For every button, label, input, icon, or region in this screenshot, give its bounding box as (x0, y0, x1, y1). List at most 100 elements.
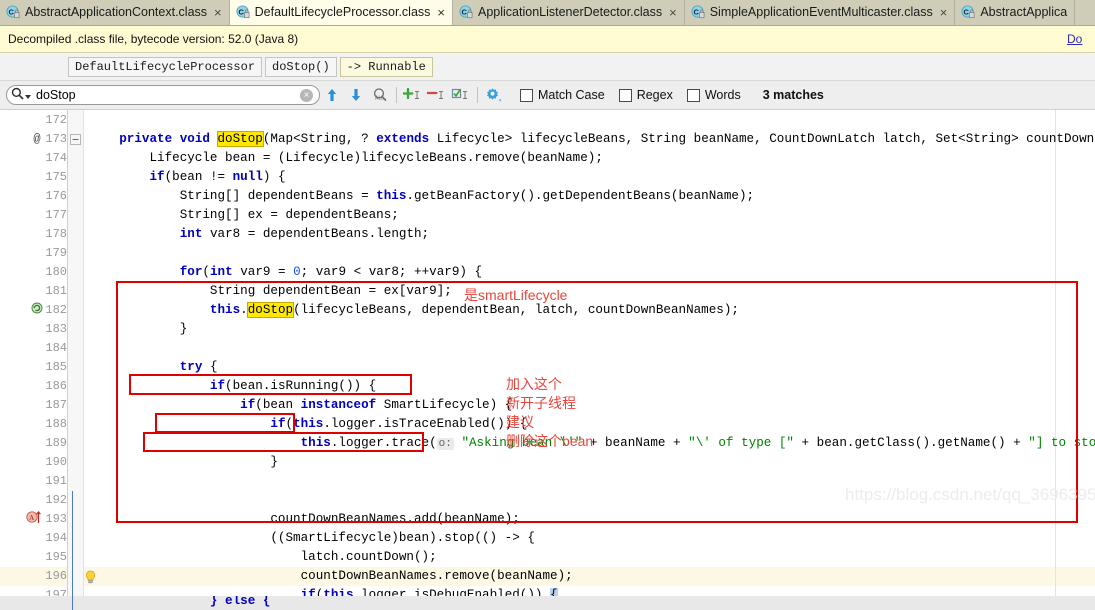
editor-tab-0[interactable]: C AbstractApplicationContext.class × (0, 0, 230, 25)
line-number: 196 (21, 567, 67, 586)
gutter-row: 184 (0, 339, 67, 358)
code-line (84, 491, 97, 510)
code-line: ((SmartLifecycle)bean).stop(() -> { (84, 529, 535, 548)
remove-selection-icon[interactable] (425, 84, 449, 106)
code-line: int var8 = dependentBeans.length; (84, 225, 429, 244)
editor-tab-label: AbstractApplicationContext.class (25, 5, 207, 19)
words-checkbox[interactable]: Words (687, 88, 741, 102)
line-number: 180 (21, 263, 67, 282)
gutter-row: 194 (0, 529, 67, 548)
close-icon[interactable]: × (667, 6, 677, 19)
clear-search-icon[interactable]: × (300, 89, 313, 102)
code-line (84, 111, 97, 130)
match-case-label: Match Case (538, 88, 605, 102)
line-number: 190 (21, 453, 67, 472)
code-text-area[interactable]: private void doStop(Map<String, ? extend… (84, 110, 1095, 610)
code-folding-strip[interactable] (68, 110, 84, 610)
editor-tab-3[interactable]: CSimpleApplicationEventMulticaster.class… (685, 0, 956, 25)
line-number: 182 (21, 301, 67, 320)
filter-settings-icon[interactable] (482, 84, 506, 106)
gutter-row: 192 (0, 491, 67, 510)
code-line: for(int var9 = 0; var9 < var8; ++var9) { (84, 263, 482, 282)
gutter-row: 178 (0, 225, 67, 244)
next-match-icon[interactable] (344, 84, 368, 106)
close-icon[interactable]: × (435, 6, 445, 19)
code-line: if(bean != null) { (84, 168, 286, 187)
code-line: private void doStop(Map<String, ? extend… (84, 130, 1095, 149)
svg-text:C: C (238, 8, 244, 17)
regex-checkbox-box[interactable] (619, 89, 632, 102)
java-class-icon: C (6, 5, 20, 19)
line-number: 175 (21, 168, 67, 187)
code-line: if(this.logger.isTraceEnabled()) { (84, 415, 527, 434)
line-number: 174 (21, 149, 67, 168)
breadcrumb-item-class[interactable]: DefaultLifecycleProcessor (68, 57, 262, 77)
search-history-chevron-down-icon[interactable] (25, 95, 31, 99)
code-line: try { (84, 358, 218, 377)
search-query-value: doStop (34, 88, 297, 102)
intention-bulb-icon[interactable] (84, 570, 97, 587)
editor-tab-4[interactable]: CAbstractApplica (955, 0, 1075, 25)
code-line: latch.countDown(); (84, 548, 437, 567)
toolbar-divider-2 (477, 87, 478, 103)
code-line (84, 244, 97, 263)
editor-tab-bar: CAbstractApplicationContext.class×CDefau… (0, 0, 1095, 26)
fold-toggle-icon[interactable] (70, 134, 81, 148)
gutter-row: 180 (0, 263, 67, 282)
prev-match-icon[interactable] (320, 84, 344, 106)
line-number: 176 (21, 187, 67, 206)
close-icon[interactable]: × (938, 6, 948, 19)
match-count-label: 3 matches (763, 88, 824, 102)
search-input[interactable]: doStop × (6, 85, 320, 105)
breadcrumb-item-lambda[interactable]: -> Runnable (340, 57, 433, 77)
code-line: Lifecycle bean = (Lifecycle)lifecycleBea… (84, 149, 603, 168)
editor-tab-2[interactable]: CApplicationListenerDetector.class× (453, 0, 685, 25)
add-selection-icon[interactable] (401, 84, 425, 106)
line-number: 184 (21, 339, 67, 358)
annotation-new-thread: 新开子线程 (506, 394, 576, 413)
gutter-row: 172 (0, 111, 67, 130)
regex-checkbox[interactable]: Regex (619, 88, 673, 102)
annotation-add-this: 加入这个 (506, 375, 562, 394)
gutter-row: 174 (0, 149, 67, 168)
code-line (84, 339, 97, 358)
gutter-row: 186 (0, 377, 67, 396)
find-all-icon[interactable]: ALL (368, 84, 392, 106)
decompiled-notice-text: Decompiled .class file, bytecode version… (8, 32, 298, 46)
line-number: 194 (21, 529, 67, 548)
breadcrumb: DefaultLifecycleProcessordoStop()-> Runn… (0, 53, 1095, 81)
svg-text:ALL: ALL (375, 95, 384, 101)
java-class-icon: C (459, 5, 473, 19)
code-line: String dependentBean = ex[var9]; (84, 282, 452, 301)
line-number-gutter[interactable]: 172@173174175176177178179180181182183184… (0, 110, 68, 610)
words-checkbox-box[interactable] (687, 89, 700, 102)
close-icon[interactable]: × (212, 6, 222, 19)
breadcrumb-item-method[interactable]: doStop() (265, 57, 337, 77)
gutter-row: 175 (0, 168, 67, 187)
line-number: 172 (21, 111, 67, 130)
download-sources-link[interactable]: Do (1067, 32, 1087, 46)
gutter-row: 187 (0, 396, 67, 415)
match-case-checkbox[interactable]: Match Case (520, 88, 605, 102)
gutter-row: 196 (0, 567, 67, 586)
svg-text:C: C (9, 8, 15, 17)
java-class-icon: C (961, 5, 975, 19)
words-label: Words (705, 88, 741, 102)
gutter-row: 191 (0, 472, 67, 491)
gutter-row: 190 (0, 453, 67, 472)
line-number: 185 (21, 358, 67, 377)
toolbar-divider (396, 87, 397, 103)
editor-tab-1[interactable]: CDefaultLifecycleProcessor.class× (230, 0, 453, 25)
gutter-row: A193 (0, 510, 67, 529)
select-all-occurrences-icon[interactable] (449, 84, 473, 106)
line-number: 189 (21, 434, 67, 453)
code-line: countDownBeanNames.add(beanName); (84, 510, 520, 529)
line-number: 188 (21, 415, 67, 434)
line-number: 173 (21, 130, 67, 149)
match-case-checkbox-box[interactable] (520, 89, 533, 102)
decompiled-notice-bar: Decompiled .class file, bytecode version… (0, 26, 1095, 53)
code-editor[interactable]: 172@173174175176177178179180181182183184… (0, 110, 1095, 610)
annotation-smartlifecycle: 是smartLifecycle (464, 286, 567, 305)
java-class-icon: C (236, 5, 250, 19)
java-class-icon: C (691, 5, 705, 19)
